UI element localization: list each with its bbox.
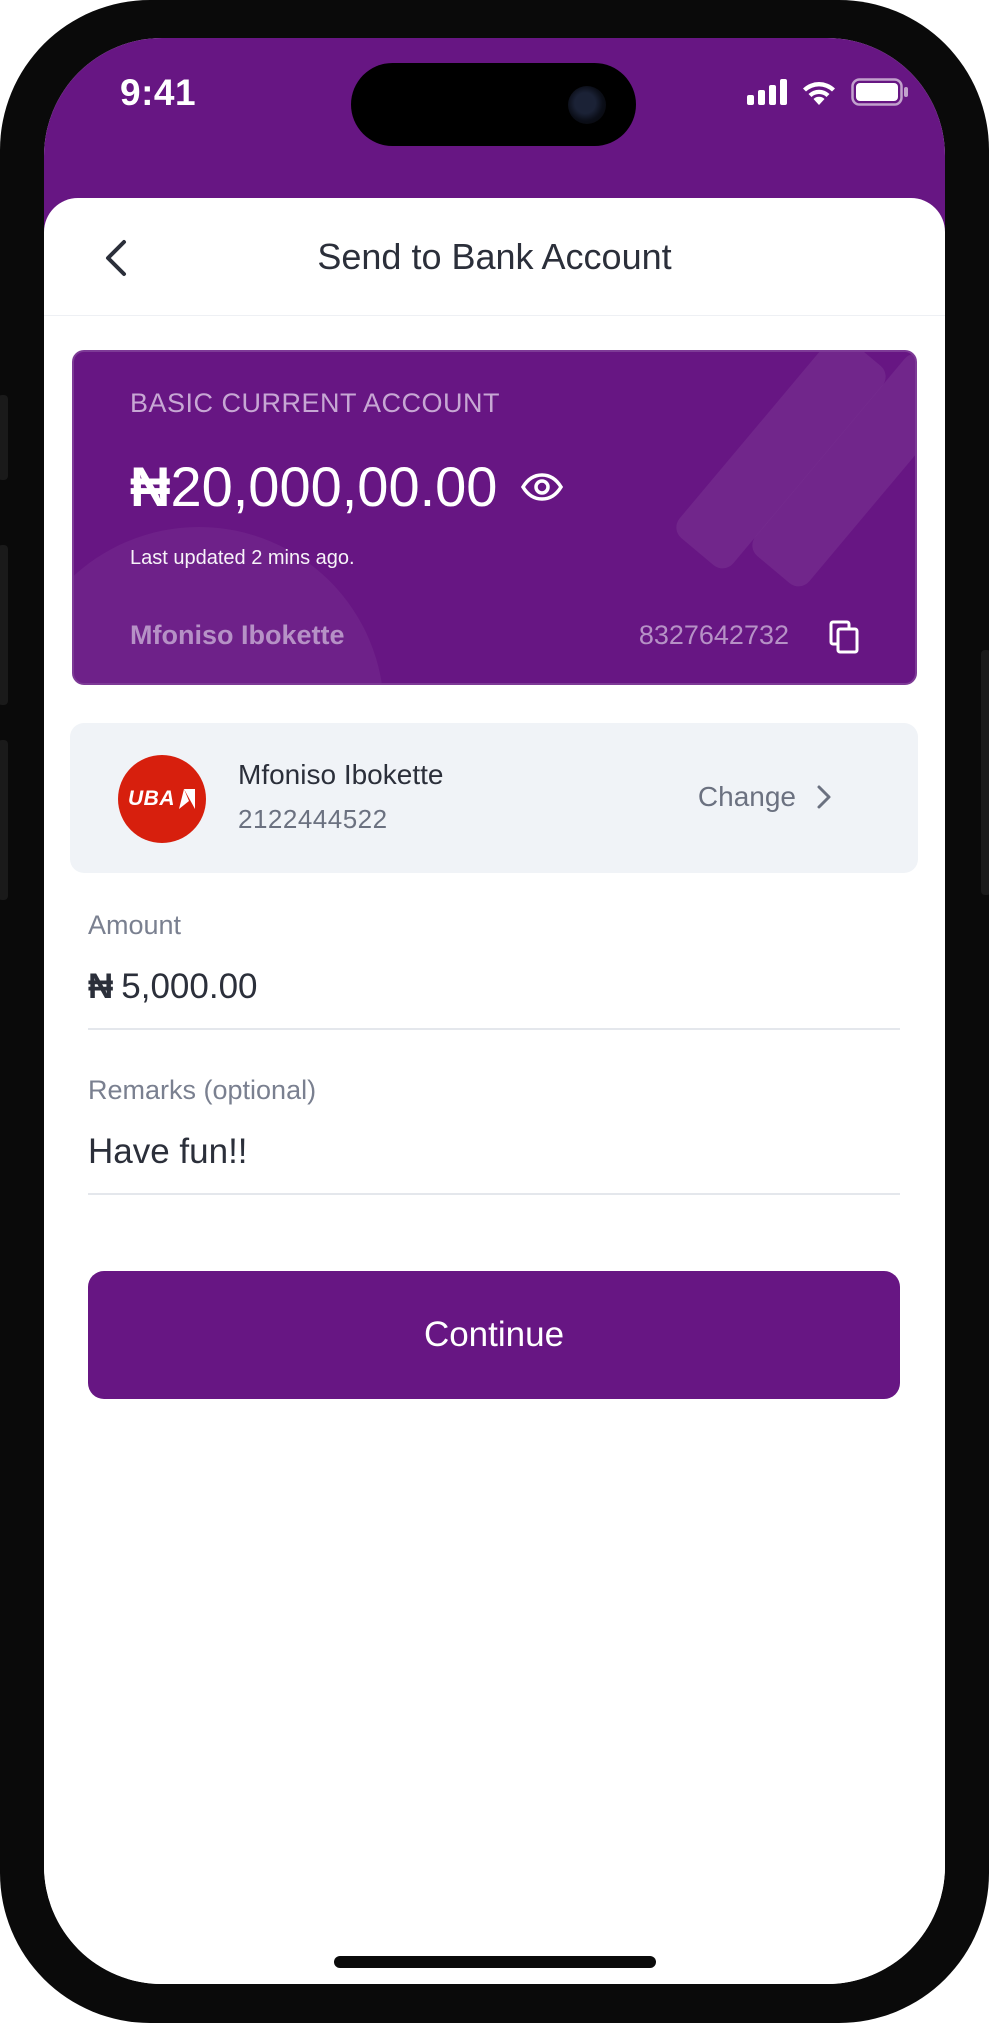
recipient-card: UBA Mfoniso Ibokette 2122444522 Change <box>70 723 918 873</box>
bank-logo-text: UBA <box>128 787 175 810</box>
balance-amount: 20,000,00.00 <box>170 455 498 518</box>
remarks-field[interactable]: Remarks (optional) Have fun!! <box>88 1075 900 1195</box>
power-button <box>981 650 989 895</box>
chevron-right-icon <box>817 785 831 809</box>
amount-field[interactable]: Amount ₦ 5,000.00 <box>88 910 900 1030</box>
page-title: Send to Bank Account <box>317 236 672 277</box>
screen: 9:41 Send to Bank Account BASIC CURRENT … <box>44 38 945 1984</box>
last-updated-text: Last updated 2 mins ago. <box>130 547 355 569</box>
cellular-signal-icon <box>747 79 787 105</box>
recipient-account-number: 2122444522 <box>238 804 388 834</box>
status-time: 9:41 <box>120 72 197 113</box>
currency-symbol: ₦ <box>130 455 171 518</box>
wifi-icon <box>801 78 837 106</box>
continue-button[interactable]: Continue <box>88 1271 900 1399</box>
eye-icon[interactable] <box>521 473 564 501</box>
currency-symbol: ₦ <box>88 967 114 1006</box>
account-card: BASIC CURRENT ACCOUNT ₦20,000,00.00 Last… <box>72 350 917 685</box>
balance-row: ₦20,000,00.00 <box>130 455 564 519</box>
uba-mark-icon <box>179 789 195 809</box>
remarks-input[interactable]: Have fun!! <box>88 1132 248 1172</box>
copy-icon[interactable] <box>829 620 859 654</box>
dynamic-island <box>351 63 636 146</box>
home-indicator[interactable] <box>334 1956 656 1968</box>
volume-up-button <box>0 545 8 705</box>
action-button <box>0 395 8 480</box>
content-sheet: Send to Bank Account BASIC CURRENT ACCOU… <box>44 198 945 1984</box>
recipient-name: Mfoniso Ibokette <box>238 759 444 790</box>
nav-bar: Send to Bank Account <box>44 198 945 316</box>
remarks-label: Remarks (optional) <box>88 1075 317 1105</box>
account-holder-name: Mfoniso Ibokette <box>130 620 345 650</box>
front-camera-icon <box>568 86 606 124</box>
battery-icon <box>851 78 909 106</box>
amount-value: 5,000.00 <box>121 967 258 1006</box>
amount-label: Amount <box>88 910 182 940</box>
volume-down-button <box>0 740 8 900</box>
account-number: 8327642732 <box>638 620 789 650</box>
bank-logo: UBA <box>118 755 206 843</box>
status-icons <box>747 76 909 108</box>
change-recipient-button[interactable]: Change <box>698 781 832 813</box>
account-type-label: BASIC CURRENT ACCOUNT <box>130 388 501 418</box>
amount-input[interactable]: ₦ 5,000.00 <box>88 967 258 1007</box>
phone-frame: 9:41 Send to Bank Account BASIC CURRENT … <box>0 0 989 2023</box>
account-balance: ₦20,000,00.00 <box>130 455 497 519</box>
change-label: Change <box>697 781 796 812</box>
